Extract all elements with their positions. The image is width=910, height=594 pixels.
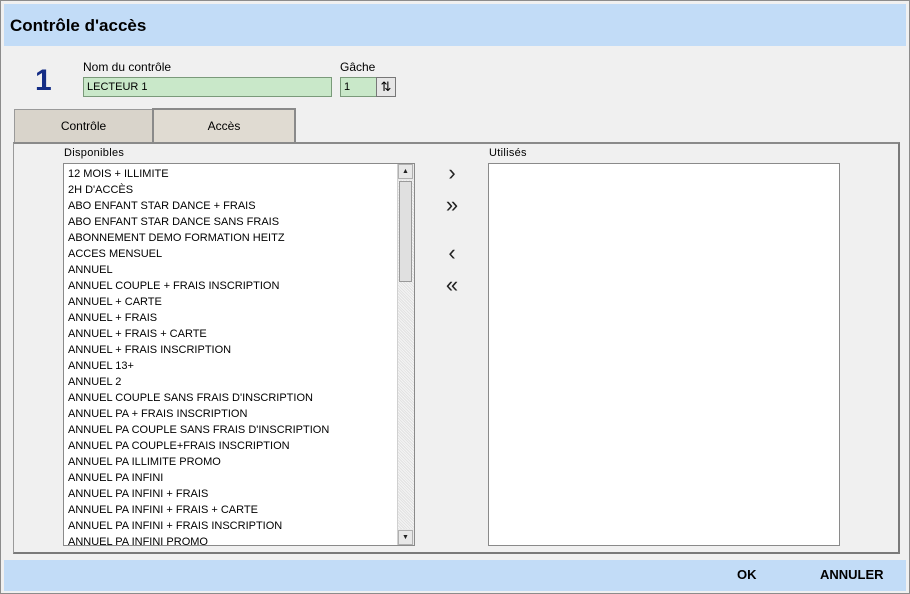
used-list[interactable] bbox=[488, 163, 840, 546]
list-item[interactable]: ANNUEL PA COUPLE+FRAIS INSCRIPTION bbox=[68, 438, 396, 454]
list-item[interactable]: ANNUEL 2 bbox=[68, 374, 396, 390]
window-title: Contrôle d'accès bbox=[10, 16, 147, 35]
dialog-window: Contrôle d'accès 1 Nom du contrôle LECTE… bbox=[0, 0, 910, 594]
list-item[interactable]: ANNUEL + FRAIS + CARTE bbox=[68, 326, 396, 342]
available-label: Disponibles bbox=[64, 147, 125, 159]
list-item[interactable]: ACCES MENSUEL bbox=[68, 246, 396, 262]
list-item[interactable]: ANNUEL PA INFINI + FRAIS + CARTE bbox=[68, 502, 396, 518]
list-item[interactable]: ANNUEL PA INFINI PROMO bbox=[68, 534, 396, 545]
list-item[interactable]: ANNUEL bbox=[68, 262, 396, 278]
scroll-down-icon[interactable]: ▼ bbox=[398, 530, 413, 545]
list-item[interactable]: ANNUEL COUPLE + FRAIS INSCRIPTION bbox=[68, 278, 396, 294]
tab-acces[interactable]: Accès bbox=[152, 108, 296, 143]
list-item[interactable]: ANNUEL + CARTE bbox=[68, 294, 396, 310]
ok-button[interactable]: OK bbox=[737, 567, 757, 582]
title-bar: Contrôle d'accès bbox=[4, 4, 906, 46]
spin-updown-icon[interactable]: ⇅ bbox=[376, 77, 396, 97]
used-label: Utilisés bbox=[489, 147, 527, 159]
remove-one-button[interactable]: ‹ bbox=[439, 242, 465, 266]
name-field[interactable]: LECTEUR 1 bbox=[83, 77, 332, 97]
available-items: 12 MOIS + ILLIMITE 2H D'ACCÈS ABO ENFANT S… bbox=[68, 166, 396, 545]
list-item[interactable]: ANNUEL COUPLE SANS FRAIS D'INSCRIPTION bbox=[68, 390, 396, 406]
scroll-thumb[interactable] bbox=[399, 181, 412, 282]
list-item[interactable]: ABO ENFANT STAR DANCE SANS FRAIS bbox=[68, 214, 396, 230]
list-item[interactable]: ANNUEL PA INFINI + FRAIS bbox=[68, 486, 396, 502]
available-scrollbar[interactable]: ▲ ▼ bbox=[397, 164, 414, 545]
list-item[interactable]: ANNUEL PA ILLIMITE PROMO bbox=[68, 454, 396, 470]
cancel-button[interactable]: ANNULER bbox=[820, 567, 884, 582]
gache-field[interactable]: 1 bbox=[340, 77, 377, 97]
add-all-button[interactable]: » bbox=[439, 194, 465, 218]
bottom-bar: OK ANNULER bbox=[4, 560, 906, 591]
name-label: Nom du contrôle bbox=[83, 60, 172, 74]
list-item[interactable]: ANNUEL + FRAIS bbox=[68, 310, 396, 326]
list-item[interactable]: ANNUEL PA INFINI bbox=[68, 470, 396, 486]
gache-label: Gâche bbox=[340, 60, 376, 74]
list-item[interactable]: ANNUEL PA INFINI + FRAIS INSCRIPTION bbox=[68, 518, 396, 534]
remove-all-button[interactable]: « bbox=[439, 274, 465, 298]
available-list[interactable]: 12 MOIS + ILLIMITE 2H D'ACCÈS ABO ENFANT S… bbox=[63, 163, 415, 546]
list-item[interactable]: ANNUEL + FRAIS INSCRIPTION bbox=[68, 342, 396, 358]
list-item[interactable]: ANNUEL PA + FRAIS INSCRIPTION bbox=[68, 406, 396, 422]
tab-controle[interactable]: Contrôle bbox=[14, 109, 153, 142]
list-item[interactable]: ANNUEL PA COUPLE SANS FRAIS D'INSCRIPTIO… bbox=[68, 422, 396, 438]
scroll-up-icon[interactable]: ▲ bbox=[398, 164, 413, 179]
add-one-button[interactable]: › bbox=[439, 162, 465, 186]
list-item[interactable]: ANNUEL 13+ bbox=[68, 358, 396, 374]
list-item[interactable]: ABONNEMENT DEMO FORMATION HEITZ bbox=[68, 230, 396, 246]
control-number: 1 bbox=[35, 64, 52, 97]
list-item[interactable]: ABO ENFANT STAR DANCE + FRAIS bbox=[68, 198, 396, 214]
list-item[interactable]: 12 MOIS + ILLIMITE bbox=[68, 166, 396, 182]
list-item[interactable]: 2H D'ACCÈS bbox=[68, 182, 396, 198]
